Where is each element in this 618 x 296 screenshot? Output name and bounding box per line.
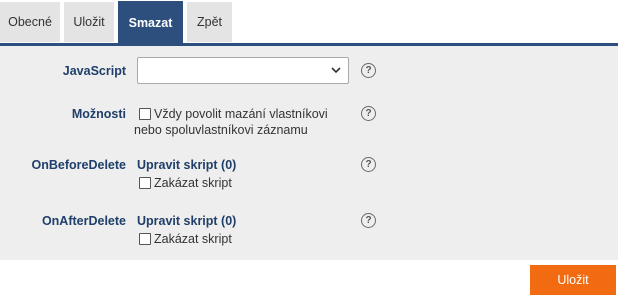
save-button[interactable]: Uložit <box>530 265 616 295</box>
help-icon[interactable]: ? <box>361 106 376 121</box>
tab-zpet[interactable]: Zpět <box>187 2 232 42</box>
tab-obecne[interactable]: Obecné <box>0 2 60 42</box>
help-icon[interactable]: ? <box>361 213 376 228</box>
javascript-select[interactable] <box>137 57 349 84</box>
chevron-down-icon <box>331 67 341 74</box>
tab-bar: Obecné Uložit Smazat Zpět <box>0 0 618 46</box>
always-allow-delete-checkbox[interactable] <box>139 108 151 120</box>
onafterdelete-disable-checkbox[interactable] <box>139 233 151 245</box>
onbeforedelete-label: OnBeforeDelete <box>31 158 126 172</box>
always-allow-delete-text-2: nebo spoluvlastníkovi záznamu <box>134 123 308 137</box>
onafterdelete-edit-script-link[interactable]: Upravit skript (0) <box>137 214 236 228</box>
options-label: Možnosti <box>71 107 126 121</box>
tab-smazat[interactable]: Smazat <box>118 1 183 44</box>
onafterdelete-disable-text: Zakázat skript <box>154 232 232 246</box>
onafterdelete-label: OnAfterDelete <box>41 214 126 228</box>
onbeforedelete-edit-script-link[interactable]: Upravit skript (0) <box>137 158 236 172</box>
javascript-label: JavaScript <box>62 64 126 78</box>
help-icon[interactable]: ? <box>361 157 376 172</box>
onbeforedelete-disable-text: Zakázat skript <box>154 176 232 190</box>
tab-ulozit[interactable]: Uložit <box>64 2 114 42</box>
always-allow-delete-text: Vždy povolit mazání vlastníkovi <box>154 107 328 121</box>
help-icon[interactable]: ? <box>361 63 376 78</box>
onbeforedelete-disable-checkbox[interactable] <box>139 177 151 189</box>
